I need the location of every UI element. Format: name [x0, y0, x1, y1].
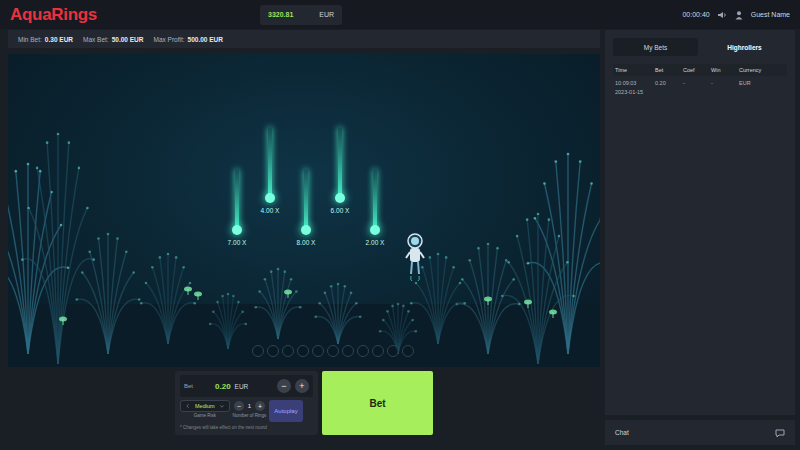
autoplay-button[interactable]: Autoplay	[269, 400, 302, 422]
table-cell: -	[709, 76, 737, 100]
rings-stepper: −1 +	[234, 400, 265, 412]
column-header: Win	[709, 64, 737, 76]
limit-label: Max Bet:	[83, 36, 109, 43]
ring-tube	[268, 127, 272, 199]
bets-table: TimeBetCoefWinCurrency 10:09:03 2023-01-1…	[613, 64, 787, 100]
multiplier-label: 4.00 X	[261, 207, 280, 214]
bet-amount-row: Bet 0.20 EUR −+	[180, 375, 313, 397]
chevron-down-icon[interactable]	[219, 403, 225, 409]
rings-option: −1 + Number of Rings	[233, 400, 267, 422]
risk-value: Medium	[195, 403, 215, 409]
bet-button[interactable]: Bet	[322, 371, 433, 435]
ring-slot	[267, 345, 279, 357]
rings-plus-button[interactable]: +	[255, 401, 265, 411]
balance: 3320.81 EUR	[260, 5, 342, 25]
minus-button[interactable]: −	[277, 379, 291, 393]
tabs: My BetsHighrollers	[613, 38, 787, 56]
ring-slot	[282, 345, 294, 357]
sound-icon[interactable]	[717, 10, 727, 20]
ring-tube	[373, 169, 377, 231]
top-bar: AquaRings 3320.81 EUR 00:00:40 Guest Name	[0, 0, 800, 29]
chat-icon[interactable]	[775, 428, 785, 438]
rings-value: 1	[248, 403, 251, 409]
risk-dropdown[interactable]: Medium	[180, 400, 230, 412]
limit-label: Min Bet:	[18, 36, 42, 43]
ring-slot	[357, 345, 369, 357]
chat-bar[interactable]: Chat	[605, 420, 795, 445]
right-column: My BetsHighrollers TimeBetCoefWinCurrency…	[605, 30, 795, 445]
bet-panel: Bet0.20EUR−+MediumGame Risk−1+Number of …	[175, 371, 318, 435]
limits-bar: Min Bet:0.30 EUR Max Bet:50.00 EUR Max Pro…	[8, 30, 600, 48]
multiplier-label: 7.00 X	[228, 239, 247, 246]
bet-label: Bet	[184, 383, 193, 389]
ring-slot	[402, 345, 414, 357]
user-name: Guest Name	[751, 11, 790, 18]
chat-label: Chat	[615, 429, 629, 436]
ring-slots	[252, 345, 414, 357]
logo: AquaRings	[10, 5, 260, 25]
tab[interactable]: My Bets	[613, 38, 698, 56]
table-cell: -	[681, 76, 709, 100]
ring-slot	[312, 345, 324, 357]
multiplier-label: 8.00 X	[297, 239, 316, 246]
bet-currency: EUR	[235, 383, 249, 390]
options-row: Medium Game Risk −1 + Number of RingsAutopla…	[180, 400, 313, 422]
limit: Max Profit: 500.00 EUR	[153, 36, 222, 43]
rings-minus-button[interactable]: −	[234, 401, 244, 411]
risk-option: Medium Game Risk	[180, 400, 230, 422]
ring-slot	[327, 345, 339, 357]
left-column: Min Bet:0.30 EUR Max Bet:50.00 EUR Max Pro…	[8, 30, 600, 445]
tab[interactable]: Highrollers	[702, 38, 787, 56]
ring-slot	[372, 345, 384, 357]
top-right: 00:00:40 Guest Name	[682, 10, 790, 20]
limit: Min Bet:0.30 EUR	[18, 36, 73, 43]
main: Min Bet:0.30 EUR Max Bet:50.00 EUR Max Pro…	[0, 29, 800, 450]
limit-value: 500.00 EUR	[188, 36, 223, 43]
table-cell: 0.20	[653, 76, 681, 100]
user-icon[interactable]	[734, 10, 744, 20]
bet-amount[interactable]: 0.20	[215, 382, 231, 391]
plus-button[interactable]: +	[295, 379, 309, 393]
balance-amount: 3320.81	[268, 11, 293, 18]
controls: Bet0.20EUR−+MediumGame Risk−1+Number of …	[8, 371, 600, 435]
bets-panel: My BetsHighrollers TimeBetCoefWinCurrency…	[605, 30, 795, 415]
ring-tube	[235, 169, 239, 231]
limit-label: Max Profit:	[153, 36, 184, 43]
diver-icon	[404, 232, 426, 286]
limit-value: 50.00 EUR	[112, 36, 144, 43]
ring-slot	[252, 345, 264, 357]
column-header: Bet	[653, 64, 681, 76]
ring-slot	[387, 345, 399, 357]
table-cell: EUR	[737, 76, 787, 100]
rings-label: Number of Rings	[233, 413, 267, 418]
note: * Changes will take effect on the next r…	[180, 425, 313, 430]
ring-tube	[304, 169, 308, 231]
multiplier-label: 2.00 X	[366, 239, 385, 246]
column-header: Coef	[681, 64, 709, 76]
multiplier-label: 6.00 X	[331, 207, 350, 214]
limit-value: 0.30 EUR	[45, 36, 73, 43]
column-header: Time	[613, 64, 653, 76]
ring-tube	[338, 127, 342, 199]
table-cell: 10:09:03 2023-01-15	[613, 76, 653, 100]
column-header: Currency	[737, 64, 787, 76]
balance-currency: EUR	[319, 11, 334, 18]
risk-label: Game Risk	[194, 413, 216, 418]
chevron-left-icon[interactable]	[185, 403, 191, 409]
game-area[interactable]: 7.00 X 4.00 X 8.00 X 6.00 X 2.00 X	[8, 54, 600, 367]
timer: 00:00:40	[682, 11, 709, 18]
ring-slot	[297, 345, 309, 357]
limit: Max Bet:50.00 EUR	[83, 36, 143, 43]
ring-slot	[342, 345, 354, 357]
